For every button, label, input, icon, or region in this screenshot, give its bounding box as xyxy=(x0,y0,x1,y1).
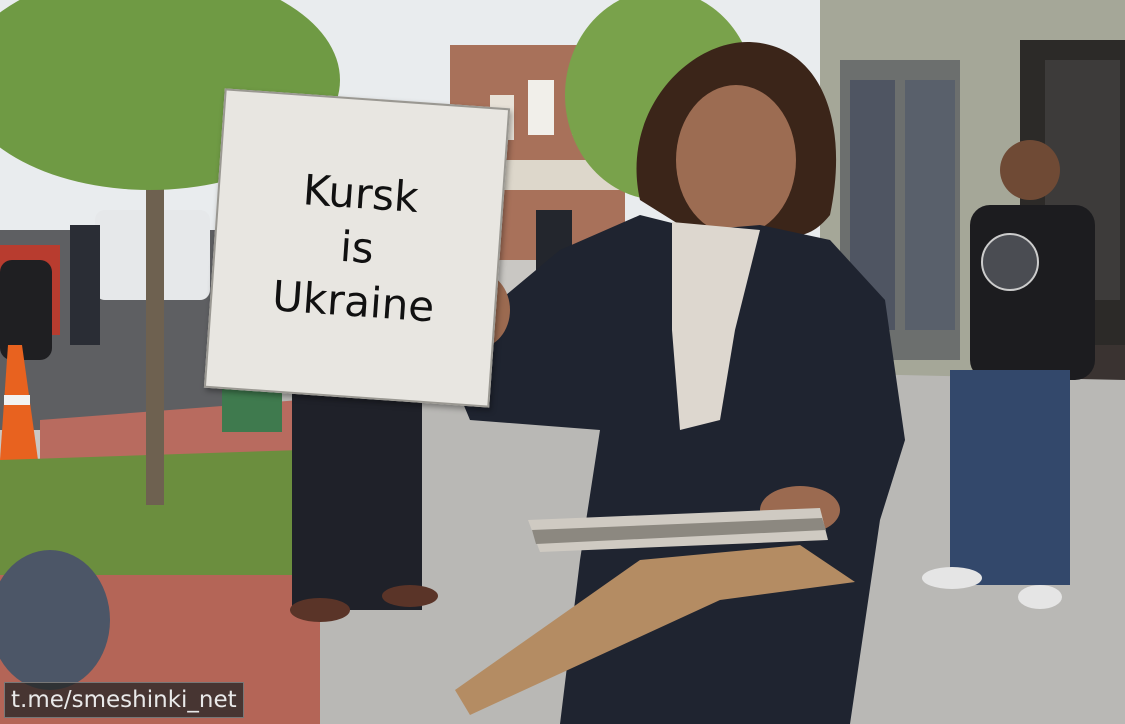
person-suit-legs xyxy=(292,380,422,610)
sign-line-2: is xyxy=(338,221,376,274)
watermark-label: t.me/smeshinki_net xyxy=(4,682,244,718)
photo-scene: Kursk is Ukraine t.me/smeshinki_net xyxy=(0,0,1125,724)
street-background xyxy=(0,0,1125,724)
protest-sign: Kursk is Ukraine xyxy=(203,88,511,408)
sign-line-1: Kursk xyxy=(301,165,421,223)
person-right-torso xyxy=(970,205,1095,380)
sign-line-3: Ukraine xyxy=(270,271,436,332)
tree-trunk xyxy=(146,150,164,505)
